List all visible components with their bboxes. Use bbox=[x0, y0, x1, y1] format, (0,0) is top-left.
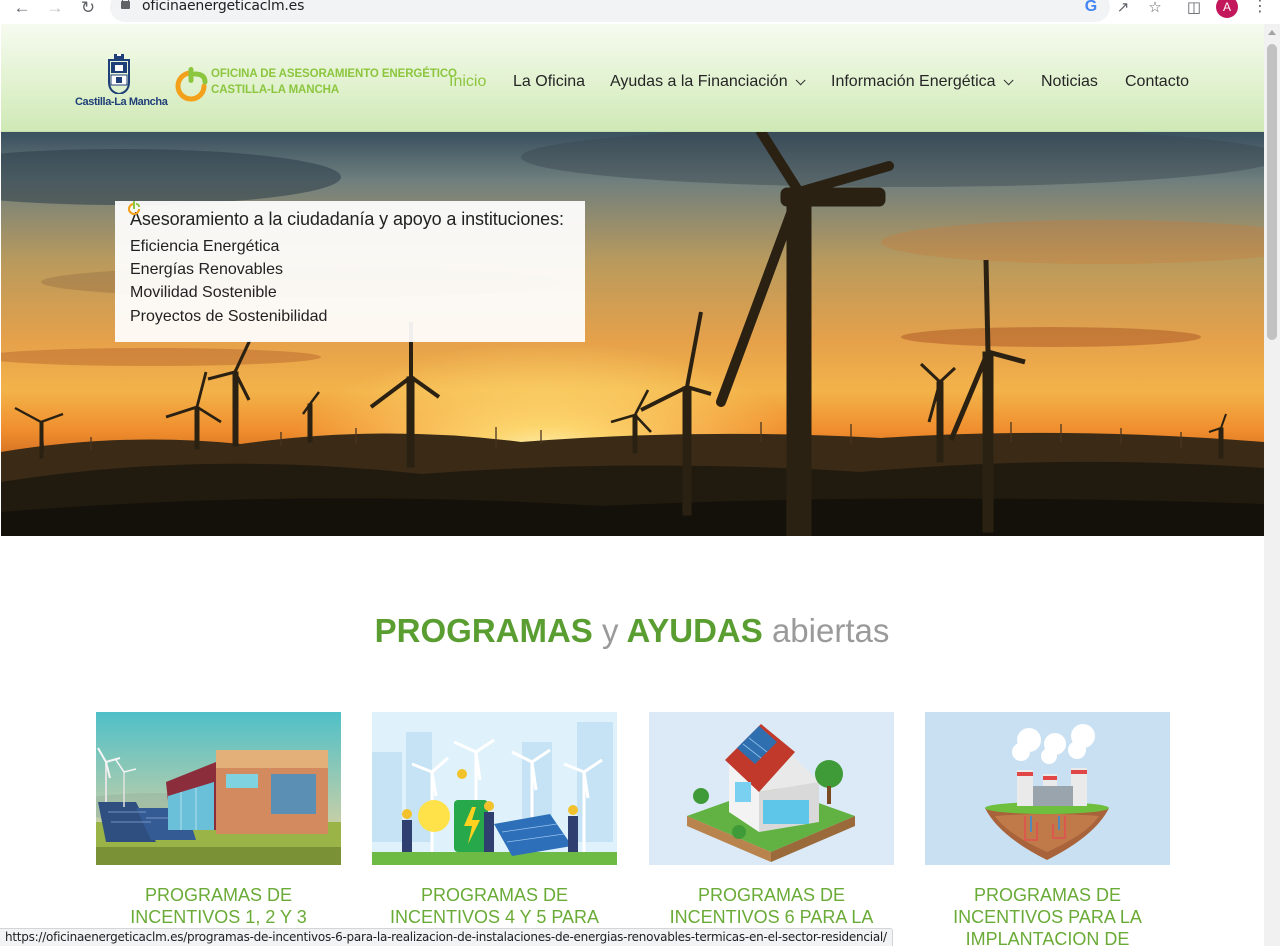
program-card-image[interactable] bbox=[925, 712, 1170, 865]
program-card-image[interactable] bbox=[372, 712, 617, 865]
jccm-crest-icon bbox=[108, 54, 130, 94]
hero-list-item-label: Proyectos de Sostenibilidad bbox=[130, 307, 328, 325]
google-icon[interactable]: G bbox=[1081, 0, 1101, 16]
title-word-abiertas: abiertas bbox=[771, 612, 890, 649]
title-word-programas: PROGRAMAS bbox=[374, 612, 593, 649]
hero-title: Asesoramiento a la ciudadanía y apoyo a … bbox=[130, 209, 564, 229]
power-bullet-icon bbox=[128, 201, 140, 215]
share-icon[interactable]: ↗ bbox=[1113, 0, 1133, 16]
thermal-house-illustration bbox=[649, 712, 894, 865]
nav-ayudas-financiacion-label: Ayudas a la Financiación bbox=[610, 73, 788, 90]
program-card-image[interactable] bbox=[649, 712, 894, 865]
renewable-workers-illustration bbox=[372, 712, 617, 865]
profile-avatar[interactable]: A bbox=[1216, 0, 1238, 18]
nav-la-oficina[interactable]: La Oficina bbox=[513, 72, 610, 92]
program-card-title[interactable]: PROGRAMAS DE INCENTIVOS PARA LA IMPLANTA… bbox=[919, 884, 1176, 946]
page-scrollbar[interactable] bbox=[1264, 24, 1280, 946]
site-header: Castilla-La Mancha OFICINA DE ASESORAMIE… bbox=[1, 24, 1264, 132]
nav-inicio[interactable]: Inicio bbox=[449, 72, 513, 92]
solar-house-illustration bbox=[96, 712, 341, 865]
nav-informacion-energetica[interactable]: Información Energética bbox=[831, 72, 1041, 92]
lock-icon[interactable] bbox=[121, 0, 130, 9]
geothermal-plant-illustration bbox=[925, 712, 1170, 865]
jccm-logo-text: Castilla-La Mancha bbox=[75, 96, 168, 108]
forward-arrow-icon[interactable]: → bbox=[43, 0, 67, 20]
hero-list-item-label: Movilidad Sostenible bbox=[130, 284, 277, 302]
scroll-up-arrow-icon[interactable] bbox=[1268, 30, 1276, 35]
title-word-ayudas: AYUDAS bbox=[626, 612, 763, 649]
hero-info-card: Asesoramiento a la ciudadanía y apoyo a … bbox=[115, 201, 585, 342]
hero-list-item-label: Eficiencia Energética bbox=[130, 237, 280, 255]
star-icon[interactable]: ☆ bbox=[1145, 0, 1165, 16]
title-word-y: y bbox=[602, 612, 619, 649]
nav-informacion-energetica-label: Información Energética bbox=[831, 73, 996, 90]
hero-list-item: Eficiencia Energética bbox=[128, 201, 585, 258]
chevron-down-icon bbox=[1003, 74, 1014, 85]
hero-list-item: Proyectos de Sostenibilidad bbox=[128, 201, 585, 328]
side-panel-icon[interactable]: ◫ bbox=[1184, 0, 1204, 16]
menu-dots-icon[interactable]: ⋮ bbox=[1252, 0, 1268, 16]
browser-toolbar: ← → ↻ oficinaenergeticaclm.es G ↗ ☆ ◫ A … bbox=[0, 0, 1280, 24]
hero-banner: Asesoramiento a la ciudadanía y apoyo a … bbox=[1, 132, 1264, 536]
scrollbar-thumb[interactable] bbox=[1267, 44, 1277, 340]
oficina-logo-line-2: CASTILLA-LA MANCHA bbox=[211, 84, 340, 96]
power-leaf-icon bbox=[175, 67, 208, 102]
hero-list-item: Energías Renovables bbox=[128, 201, 585, 281]
address-url[interactable]: oficinaenergeticaclm.es bbox=[142, 0, 304, 14]
nav-ayudas-financiacion[interactable]: Ayudas a la Financiación bbox=[610, 72, 831, 92]
jccm-logo[interactable]: Castilla-La Mancha bbox=[75, 54, 168, 110]
hero-list-item: Movilidad Sostenible bbox=[128, 201, 585, 305]
chevron-down-icon bbox=[795, 74, 806, 85]
oficina-logo-line-1: OFICINA DE ASESORAMIENTO ENERGÉTICO bbox=[211, 68, 457, 80]
programs-section-title: PROGRAMAS y AYUDAS abiertas bbox=[0, 612, 1264, 650]
main-navigation: Inicio La Oficina Ayudas a la Financiaci… bbox=[449, 72, 1189, 92]
hero-services-list: Eficiencia Energética Energías Renovable… bbox=[128, 201, 585, 328]
link-status-bubble: https://oficinaenergeticaclm.es/programa… bbox=[0, 928, 893, 946]
oficina-logo[interactable]: OFICINA DE ASESORAMIENTO ENERGÉTICO CAST… bbox=[174, 65, 457, 105]
nav-noticias[interactable]: Noticias bbox=[1041, 72, 1125, 92]
hero-list-item-label: Energías Renovables bbox=[130, 260, 283, 278]
program-card-image[interactable] bbox=[96, 712, 341, 865]
reload-icon[interactable]: ↻ bbox=[76, 0, 100, 20]
back-arrow-icon[interactable]: ← bbox=[10, 0, 34, 20]
nav-contacto[interactable]: Contacto bbox=[1125, 72, 1189, 92]
